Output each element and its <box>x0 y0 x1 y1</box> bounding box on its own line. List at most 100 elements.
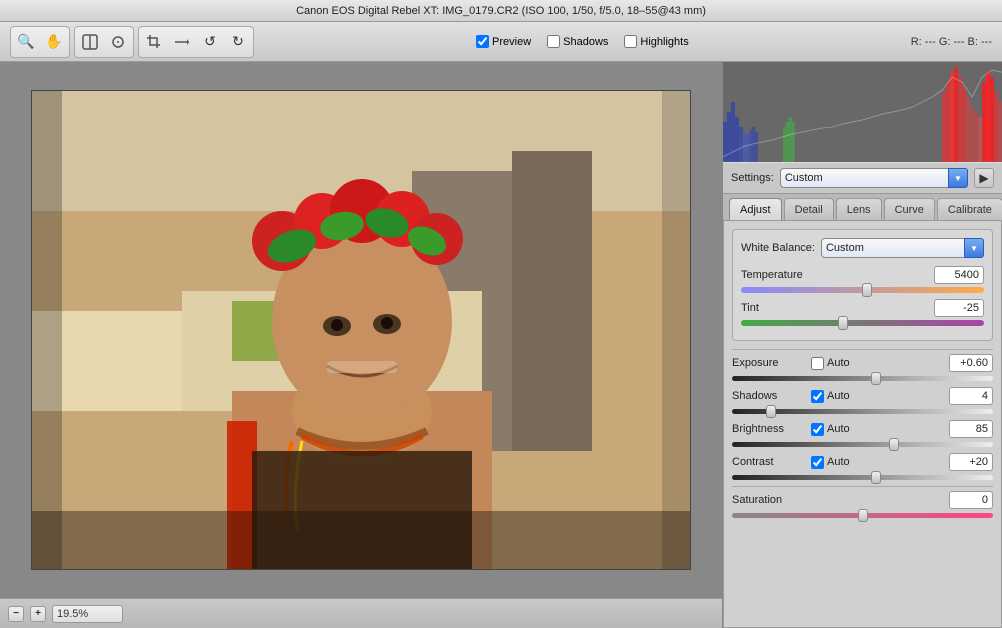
contrast-slider-track[interactable] <box>732 475 993 480</box>
white-balance-select-arrow[interactable]: ▼ <box>964 238 984 258</box>
shadows-section: Shadows Auto 4 <box>732 387 993 414</box>
right-panel: Settings: Custom Camera Raw Defaults Pre… <box>722 62 1002 628</box>
toolbar-right: R: --- G: --- B: --- <box>911 36 992 48</box>
preview-label: Preview <box>492 36 531 48</box>
adjust-panel: White Balance: Custom As Shot Auto Dayli… <box>723 220 1002 628</box>
tint-value[interactable]: -25 <box>934 299 984 317</box>
zoom-tool[interactable]: 🔍 <box>13 29 39 55</box>
white-balance-row: White Balance: Custom As Shot Auto Dayli… <box>741 238 984 258</box>
shadows-slider-track[interactable] <box>732 409 993 414</box>
tint-slider-thumb[interactable] <box>838 316 848 330</box>
contrast-auto-checkbox[interactable] <box>811 456 824 469</box>
exposure-label: Exposure <box>732 357 807 369</box>
photo-display <box>31 90 691 570</box>
tint-row: Tint -25 <box>741 299 984 326</box>
zoom-in-button[interactable]: + <box>30 606 46 622</box>
settings-extra-button[interactable]: ▶ <box>974 168 994 188</box>
exposure-slider-track[interactable] <box>732 376 993 381</box>
brightness-value[interactable]: 85 <box>949 420 993 438</box>
hand-tool[interactable]: ✋ <box>41 29 67 55</box>
brightness-slider-thumb[interactable] <box>889 438 899 451</box>
divider-1 <box>732 349 993 350</box>
white-balance-select-wrapper: Custom As Shot Auto Daylight Cloudy Shad… <box>821 238 984 258</box>
divider-2 <box>732 486 993 487</box>
crop-tool[interactable] <box>141 29 167 55</box>
settings-select-arrow[interactable]: ▼ <box>948 168 968 188</box>
image-footer: − + 19.5% 25% 50% 100% Fit in View Fill … <box>0 598 722 628</box>
brightness-label: Brightness <box>732 423 807 435</box>
saturation-label: Saturation <box>732 494 807 506</box>
image-container <box>0 62 722 598</box>
saturation-section: Saturation 0 <box>732 491 993 518</box>
shadows-checkbox-label[interactable]: Shadows <box>547 35 608 48</box>
settings-select[interactable]: Custom Camera Raw Defaults Previous Conv… <box>780 168 968 188</box>
tab-detail[interactable]: Detail <box>784 198 834 220</box>
settings-label: Settings: <box>731 172 774 184</box>
exposure-slider-thumb[interactable] <box>871 372 881 385</box>
exposure-auto-label: Auto <box>827 357 850 369</box>
settings-row: Settings: Custom Camera Raw Defaults Pre… <box>723 162 1002 194</box>
zoom-select[interactable]: 19.5% 25% 50% 100% Fit in View Fill View <box>52 605 123 623</box>
saturation-slider-track[interactable] <box>732 513 993 518</box>
brightness-slider-track[interactable] <box>732 442 993 447</box>
exposure-auto: Auto <box>811 357 850 370</box>
highlights-checkbox-label[interactable]: Highlights <box>624 35 688 48</box>
temperature-label: Temperature <box>741 269 821 281</box>
highlights-checkbox[interactable] <box>624 35 637 48</box>
rgb-display: R: --- G: --- B: --- <box>911 36 992 48</box>
highlights-label: Highlights <box>640 36 688 48</box>
tab-curve[interactable]: Curve <box>884 198 935 220</box>
rotate-ccw-tool[interactable]: ↺ <box>197 29 223 55</box>
rotate-cw-tool[interactable]: ↻ <box>225 29 251 55</box>
title-bar: Canon EOS Digital Rebel XT: IMG_0179.CR2… <box>0 0 1002 22</box>
contrast-auto: Auto <box>811 456 850 469</box>
contrast-slider-thumb[interactable] <box>871 471 881 484</box>
brightness-auto: Auto <box>811 423 850 436</box>
color-sampler-tool[interactable] <box>105 29 131 55</box>
title-text: Canon EOS Digital Rebel XT: IMG_0179.CR2… <box>296 5 706 17</box>
shadows-auto-checkbox[interactable] <box>811 390 824 403</box>
shadows-checkbox[interactable] <box>547 35 560 48</box>
tint-label: Tint <box>741 302 821 314</box>
histogram-area <box>723 62 1002 162</box>
white-balance-tool[interactable] <box>77 29 103 55</box>
tabs-row: Adjust Detail Lens Curve Calibrate <box>723 194 1002 220</box>
contrast-section: Contrast Auto +20 <box>732 453 993 480</box>
tab-calibrate[interactable]: Calibrate <box>937 198 1002 220</box>
image-panel: − + 19.5% 25% 50% 100% Fit in View Fill … <box>0 62 722 628</box>
temperature-row: Temperature 5400 <box>741 266 984 293</box>
zoom-out-button[interactable]: − <box>8 606 24 622</box>
white-balance-select[interactable]: Custom As Shot Auto Daylight Cloudy Shad… <box>821 238 984 258</box>
exposure-auto-checkbox[interactable] <box>811 357 824 370</box>
temperature-slider-thumb[interactable] <box>862 283 872 297</box>
shadows-auto: Auto <box>811 390 850 403</box>
shadows-slider-thumb[interactable] <box>766 405 776 418</box>
saturation-value[interactable]: 0 <box>949 491 993 509</box>
exposure-value[interactable]: +0.60 <box>949 354 993 372</box>
brightness-auto-label: Auto <box>827 423 850 435</box>
shadows-adj-label: Shadows <box>732 390 807 402</box>
shadows-label: Shadows <box>563 36 608 48</box>
tint-slider-track[interactable] <box>741 320 984 326</box>
white-balance-section: White Balance: Custom As Shot Auto Dayli… <box>732 229 993 341</box>
shadows-value[interactable]: 4 <box>949 387 993 405</box>
tab-lens[interactable]: Lens <box>836 198 882 220</box>
contrast-label: Contrast <box>732 456 807 468</box>
toolbar: 🔍 ✋ ↺ ↻ Preview Shadows Highlights <box>0 22 1002 62</box>
saturation-slider-thumb[interactable] <box>858 509 868 522</box>
tab-adjust[interactable]: Adjust <box>729 198 782 220</box>
toolbar-center: Preview Shadows Highlights <box>258 35 907 48</box>
white-balance-label: White Balance: <box>741 242 815 254</box>
histogram-chart <box>723 62 1002 162</box>
shadows-auto-label: Auto <box>827 390 850 402</box>
temperature-slider-track[interactable] <box>741 287 984 293</box>
contrast-auto-label: Auto <box>827 456 850 468</box>
settings-select-wrapper: Custom Camera Raw Defaults Previous Conv… <box>780 168 968 188</box>
exposure-section: Exposure Auto +0.60 <box>732 354 993 381</box>
preview-checkbox[interactable] <box>476 35 489 48</box>
brightness-auto-checkbox[interactable] <box>811 423 824 436</box>
straighten-tool[interactable] <box>169 29 195 55</box>
temperature-value[interactable]: 5400 <box>934 266 984 284</box>
preview-checkbox-label[interactable]: Preview <box>476 35 531 48</box>
contrast-value[interactable]: +20 <box>949 453 993 471</box>
